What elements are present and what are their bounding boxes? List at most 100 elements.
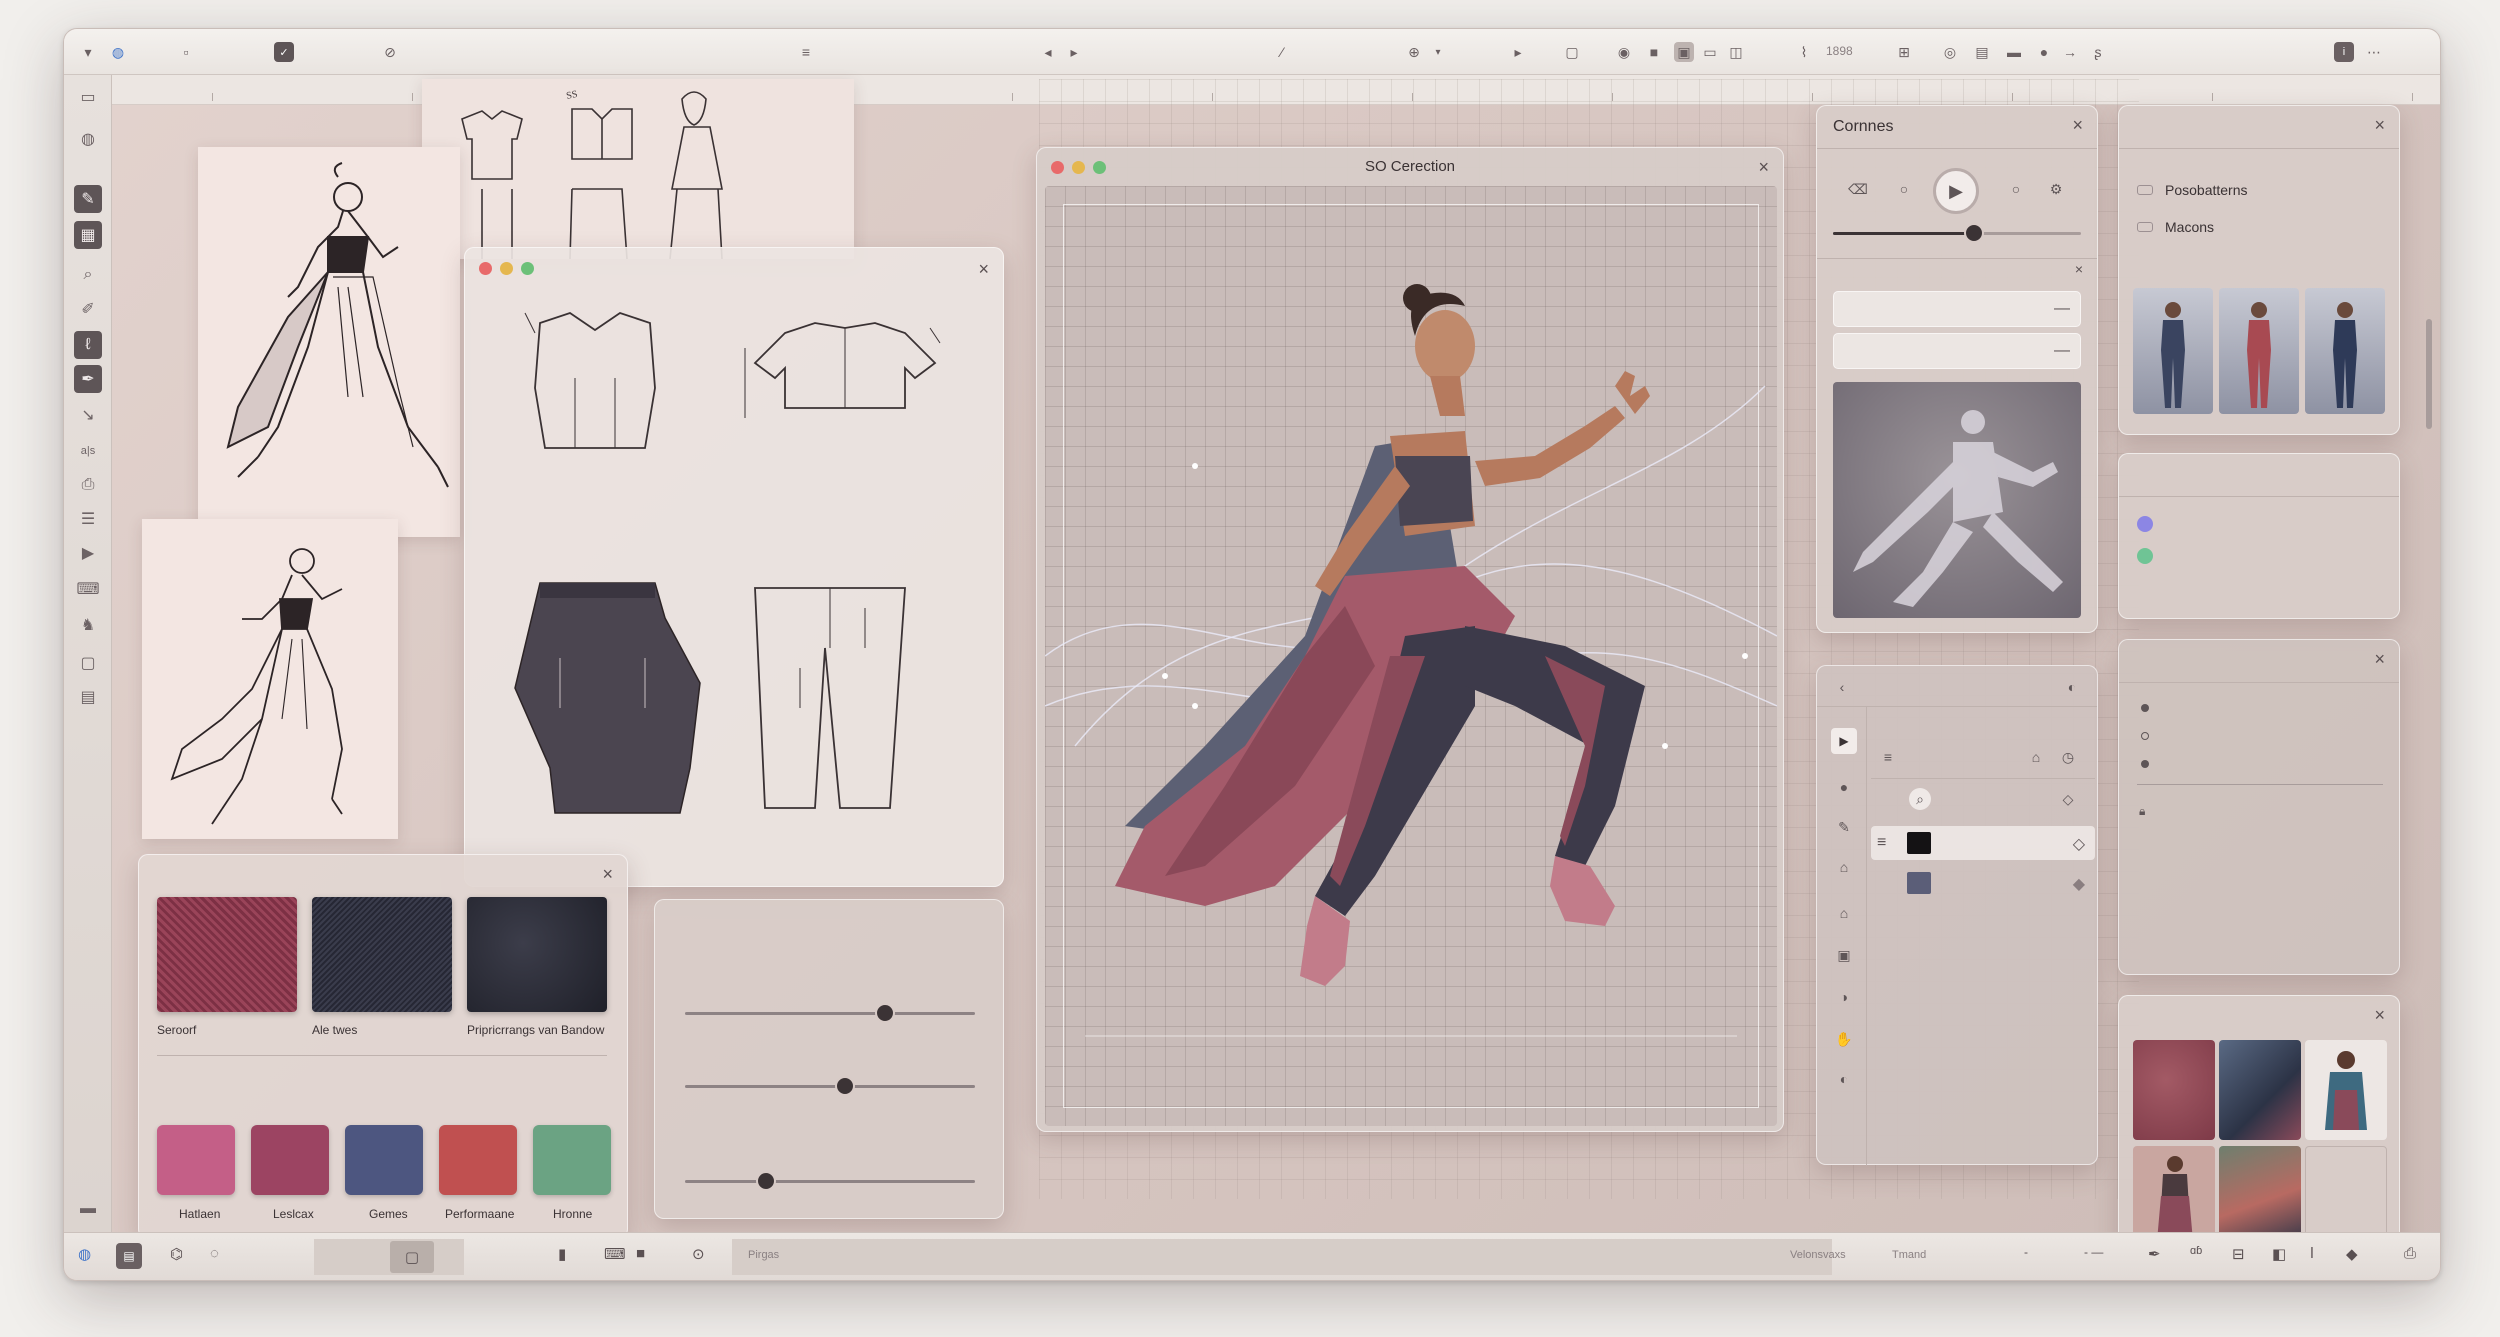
page-thumbnail-button[interactable]: ▢ [390, 1241, 434, 1273]
next-icon[interactable]: ○ [2005, 178, 2027, 200]
color-chip-1[interactable] [157, 1125, 235, 1195]
lock-icon[interactable]: ⌂ [1833, 902, 1855, 924]
zoom-icon[interactable]: ⊕ [1404, 42, 1424, 62]
contrast-icon[interactable]: ◑ [1833, 986, 1855, 1008]
minimize-dot[interactable] [500, 262, 513, 275]
dot-icon[interactable]: ● [2034, 42, 2054, 62]
hand-icon[interactable]: ✋ [1833, 1028, 1855, 1050]
toggle-icon[interactable]: ◐ [2061, 676, 2083, 698]
search-icon[interactable]: ⌕ [1909, 788, 1931, 810]
texture-thumb-4[interactable] [2133, 1146, 2215, 1246]
bookmark-icon[interactable]: ◆ [2346, 1245, 2358, 1263]
maximize-dot[interactable] [521, 262, 534, 275]
diamond-icon[interactable]: ◇ [2073, 834, 2085, 854]
chat-tool-icon[interactable]: ▬ [74, 1195, 102, 1223]
fabric-swatch-1[interactable] [157, 897, 297, 1012]
globe-tool-icon[interactable]: ◍ [74, 125, 102, 153]
pencil-icon[interactable]: ✎ [1833, 816, 1855, 838]
color-chip-4[interactable] [439, 1125, 517, 1195]
text-tool-icon[interactable]: a|s [74, 437, 102, 465]
table-tool-icon[interactable]: ▦ [74, 221, 102, 249]
property-field-1[interactable]: — [1833, 291, 2081, 327]
chevron-down-icon[interactable]: ▾ [1428, 42, 1448, 62]
layer-row[interactable]: ◆ [1871, 866, 2095, 900]
reference-item-1[interactable]: Posobatterns [2137, 182, 2248, 198]
minus-icon[interactable]: - [2024, 1245, 2028, 1259]
close-icon[interactable]: × [978, 260, 989, 278]
layers-icon[interactable]: ⌇ [1794, 42, 1814, 62]
info-icon[interactable]: i [2334, 42, 2354, 62]
scrollbar-thumb[interactable] [2426, 319, 2432, 429]
color-chip-3[interactable] [345, 1125, 423, 1195]
checkbox-icon[interactable] [2137, 222, 2153, 232]
brush-icon[interactable]: ʂ [2088, 42, 2108, 62]
window-icon[interactable]: ▭ [1700, 42, 1720, 62]
checkbox-icon[interactable]: ✓ [274, 42, 294, 62]
checkbox-icon[interactable] [2137, 185, 2153, 195]
globe-icon[interactable]: ◍ [78, 1245, 91, 1263]
redo-icon[interactable]: ▸ [1064, 42, 1084, 62]
fashion-sketch-running[interactable] [142, 519, 398, 839]
close-icon[interactable]: × [2374, 1006, 2385, 1024]
clock-icon[interactable]: ◷ [2057, 746, 2079, 768]
reference-thumbnail-2[interactable] [2219, 288, 2299, 414]
split-view-icon[interactable]: ◫ [1726, 42, 1746, 62]
play-icon[interactable]: ▶ [1831, 728, 1857, 754]
home-icon[interactable]: ⌂ [2025, 746, 2047, 768]
filter-icon[interactable]: ɑɓ [2190, 1245, 2202, 1257]
slider-knob-3[interactable] [756, 1171, 777, 1191]
fabric-swatch-3[interactable] [467, 897, 607, 1012]
texture-thumb-5[interactable] [2219, 1146, 2301, 1246]
pattern-sketch-sheet[interactable]: SS [422, 79, 854, 260]
select-tool-icon[interactable]: ▭ [74, 83, 102, 111]
stack-tool-icon[interactable]: ☰ [74, 505, 102, 533]
slider-knob-2[interactable] [834, 1076, 855, 1096]
close-icon[interactable]: × [2374, 116, 2385, 134]
arrow-tool-icon[interactable]: ↘ [74, 401, 102, 429]
pen-tool-icon[interactable]: ✎ [74, 185, 102, 213]
bar-icon[interactable]: ▬ [2004, 42, 2024, 62]
fabric-swatch-2[interactable] [312, 897, 452, 1012]
keyboard-tool-icon[interactable]: ⌨ [74, 575, 102, 603]
slider-track-3[interactable] [685, 1180, 975, 1183]
diamond-icon[interactable]: ◇ [2057, 788, 2079, 810]
more-icon[interactable]: ⋯ [2364, 42, 2384, 62]
print-icon[interactable]: ⎙ [2404, 1245, 2416, 1262]
document-icon[interactable]: ▤ [116, 1243, 142, 1269]
lock-icon[interactable]: 🔒︎ [2139, 804, 2145, 819]
minus-icon[interactable]: — [2054, 342, 2070, 360]
chevron-down-icon[interactable]: ▾ [78, 42, 98, 62]
search-tool-icon[interactable]: ⌕ [74, 261, 102, 289]
mask-icon[interactable]: ⌬ [170, 1245, 183, 1263]
pattern-window[interactable]: × [464, 247, 1004, 887]
layer-row-selected[interactable]: ≡ ◇ [1871, 826, 2095, 860]
menu-icon[interactable]: ≡ [796, 42, 816, 62]
menu-icon[interactable]: ≡ [1877, 746, 1899, 768]
pen-icon[interactable]: ✒ [2148, 1245, 2161, 1263]
canvas-window[interactable]: SO Cerection × [1036, 147, 1784, 1132]
eye-icon[interactable]: ◎ [1940, 42, 1960, 62]
play-tool-icon[interactable]: ▶ [74, 539, 102, 567]
close-icon[interactable]: × [602, 865, 613, 883]
frame-icon[interactable]: ▣ [1674, 42, 1694, 62]
undo-icon[interactable]: ◂ [1038, 42, 1058, 62]
copy-icon[interactable]: ▣ [1833, 944, 1855, 966]
arrow-icon[interactable]: → [2060, 42, 2080, 62]
frame-tool-icon[interactable]: ▢ [74, 649, 102, 677]
lasso-tool-icon[interactable]: ℓ [74, 331, 102, 359]
texture-thumb-2[interactable] [2219, 1040, 2301, 1140]
half-circle-icon[interactable]: ◐ [1833, 1068, 1855, 1090]
file-icon[interactable]: ▤ [1972, 42, 1992, 62]
pin-icon[interactable]: ⊙ [692, 1245, 705, 1263]
point-cloud-preview[interactable] [1833, 382, 2081, 618]
play-button[interactable]: ▶ [1933, 168, 1979, 214]
record-icon[interactable]: ◉ [1614, 42, 1634, 62]
diamond-icon[interactable]: ◆ [2073, 874, 2085, 894]
brush-tool-icon[interactable]: ✐ [74, 295, 102, 323]
chevron-left-icon[interactable]: ‹ [1831, 676, 1853, 698]
person-icon[interactable]: ▮ [558, 1245, 566, 1263]
page-icon[interactable]: ▢ [1562, 42, 1582, 62]
circle-icon[interactable]: ● [1833, 776, 1855, 798]
minus-icon[interactable]: — [2054, 300, 2070, 318]
print-tool-icon[interactable]: ⎙ [74, 471, 102, 499]
